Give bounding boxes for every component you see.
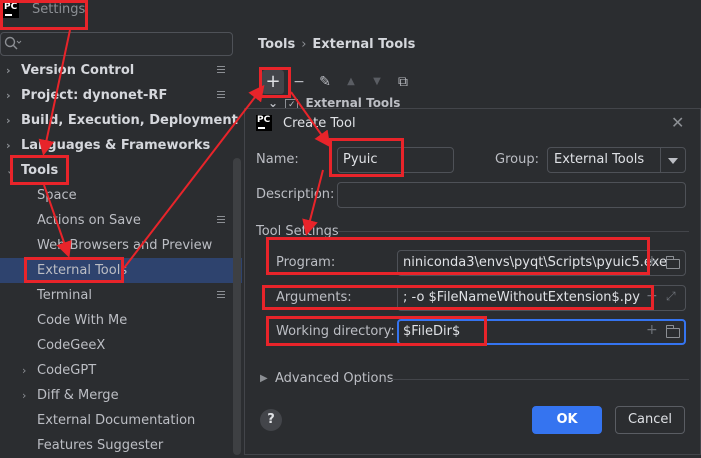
pycharm-logo-icon: PC [256, 115, 272, 131]
chevron-right-icon[interactable]: › [22, 358, 26, 383]
sidebar-item-label: External Documentation [37, 413, 196, 428]
sidebar-item-label: Code With Me [37, 313, 128, 328]
chevron-down-icon[interactable] [660, 148, 685, 172]
project-settings-icon [217, 66, 225, 73]
title-bar: PC Settings [0, 0, 701, 30]
sidebar-item-web-browsers[interactable]: Web Browsers and Preview [0, 233, 242, 258]
sidebar-item-label: CodeGPT [37, 363, 97, 378]
chevron-right-icon[interactable]: ▶ [260, 373, 268, 384]
breadcrumb: Tools › External Tools [258, 37, 415, 52]
tool-settings-heading: Tool Settings [256, 224, 339, 239]
chevron-right-icon[interactable]: › [22, 383, 26, 408]
program-field[interactable]: niniconda3\envs\pyqt\Scripts\pyuic5.exe [397, 250, 686, 276]
sidebar-item-label: Actions on Save [37, 213, 141, 228]
working-directory-field[interactable]: $FileDir$ [397, 319, 686, 345]
close-icon[interactable]: ✕ [671, 113, 684, 132]
sidebar-item-terminal[interactable]: Terminal [0, 283, 242, 308]
chevron-right-icon[interactable]: › [6, 58, 11, 83]
project-settings-icon [217, 216, 225, 223]
sidebar-item-label: Project: dynonet-RF [21, 88, 168, 103]
project-settings-icon [217, 291, 225, 298]
chevron-right-icon[interactable]: › [6, 83, 11, 108]
move-up-button[interactable]: ▲ [340, 70, 362, 94]
sidebar-scrollbar[interactable] [233, 158, 241, 455]
name-field[interactable]: Pyuic [337, 147, 454, 173]
name-label: Name: [256, 152, 299, 167]
sidebar-item-external-documentation[interactable]: External Documentation [0, 408, 242, 433]
sidebar-item-label: Features Suggester [37, 438, 164, 453]
sidebar-item-label: Web Browsers and Preview [37, 238, 213, 253]
sidebar-item-features-suggester[interactable]: Features Suggester [0, 433, 242, 458]
remove-tool-button[interactable]: − [288, 70, 310, 94]
dialog-title: Create Tool [283, 116, 356, 131]
search-icon [4, 36, 22, 50]
section-divider [386, 379, 689, 380]
breadcrumb-current: External Tools [312, 37, 416, 52]
description-field[interactable] [337, 182, 686, 208]
chevron-right-icon[interactable]: › [6, 108, 11, 133]
sidebar-item-codegpt[interactable]: › CodeGPT [0, 358, 242, 383]
insert-macro-icon[interactable]: + [646, 322, 658, 338]
chevron-right-icon[interactable]: › [6, 133, 11, 158]
sidebar-item-external-tools[interactable]: External Tools [0, 258, 242, 283]
sidebar-item-code-with-me[interactable]: Code With Me [0, 308, 242, 333]
settings-sidebar: › Version Control › Project: dynonet-RF … [0, 58, 242, 455]
arguments-field[interactable]: ; -o $FileNameWithoutExtension$.py [397, 285, 686, 311]
expand-icon[interactable]: ⤢ [666, 289, 676, 304]
sidebar-item-actions-on-save[interactable]: Actions on Save [0, 208, 242, 233]
breadcrumb-separator: › [301, 37, 307, 52]
chevron-down-icon[interactable]: ⌄ [6, 158, 15, 183]
sidebar-item-label: Terminal [37, 288, 92, 303]
sidebar-item-tools[interactable]: ⌄ Tools [0, 158, 242, 183]
sidebar-item-label: Build, Execution, Deployment [21, 113, 238, 128]
insert-macro-icon[interactable]: + [646, 288, 658, 304]
sidebar-item-version-control[interactable]: › Version Control [0, 58, 242, 83]
group-value: External Tools [554, 152, 645, 167]
sidebar-item-label: Space [37, 188, 77, 203]
section-divider [337, 231, 689, 232]
sidebar-item-codegeex[interactable]: CodeGeeX [0, 333, 242, 358]
sidebar-item-label: External Tools [37, 263, 128, 278]
sidebar-item-label: CodeGeeX [37, 338, 106, 353]
folder-icon[interactable] [666, 256, 680, 269]
pycharm-logo-icon: PC [3, 2, 19, 18]
sidebar-item-build-execution-deployment[interactable]: › Build, Execution, Deployment [0, 108, 242, 133]
group-label: Group: [495, 152, 539, 167]
working-directory-label: Working directory: [276, 324, 395, 339]
folder-icon[interactable] [666, 325, 680, 338]
arguments-label: Arguments: [276, 290, 352, 305]
advanced-options-toggle[interactable]: Advanced Options [275, 371, 394, 386]
sidebar-item-diff-merge[interactable]: › Diff & Merge [0, 383, 242, 408]
settings-search-input[interactable] [0, 32, 233, 56]
sidebar-item-project[interactable]: › Project: dynonet-RF [0, 83, 242, 108]
sidebar-item-space[interactable]: Space [0, 183, 242, 208]
ok-button[interactable]: OK [532, 406, 602, 434]
group-dropdown[interactable]: External Tools [547, 147, 686, 173]
description-label: Description: [256, 187, 335, 202]
sidebar-item-label: Diff & Merge [37, 388, 119, 403]
help-button[interactable]: ? [260, 409, 282, 431]
external-tools-toolbar: + − ✎ ▲ ▼ ⧉ [258, 70, 418, 96]
sidebar-item-label: Languages & Frameworks [21, 138, 211, 153]
sidebar-item-label: Version Control [21, 63, 135, 78]
window-title: Settings [32, 2, 86, 17]
move-down-button[interactable]: ▼ [366, 70, 388, 94]
edit-tool-button[interactable]: ✎ [314, 70, 336, 94]
copy-tool-button[interactable]: ⧉ [392, 70, 414, 94]
insert-macro-icon[interactable]: + [646, 253, 658, 269]
cancel-button[interactable]: Cancel [615, 406, 685, 434]
breadcrumb-tools[interactable]: Tools [258, 37, 295, 52]
sidebar-item-languages-frameworks[interactable]: › Languages & Frameworks [0, 133, 242, 158]
sidebar-item-label: Tools [21, 163, 59, 178]
program-label: Program: [276, 255, 336, 270]
project-settings-icon [217, 91, 225, 98]
add-tool-button[interactable]: + [262, 70, 284, 94]
create-tool-dialog: PC Create Tool ✕ Name: Pyuic Group: Exte… [244, 108, 701, 455]
